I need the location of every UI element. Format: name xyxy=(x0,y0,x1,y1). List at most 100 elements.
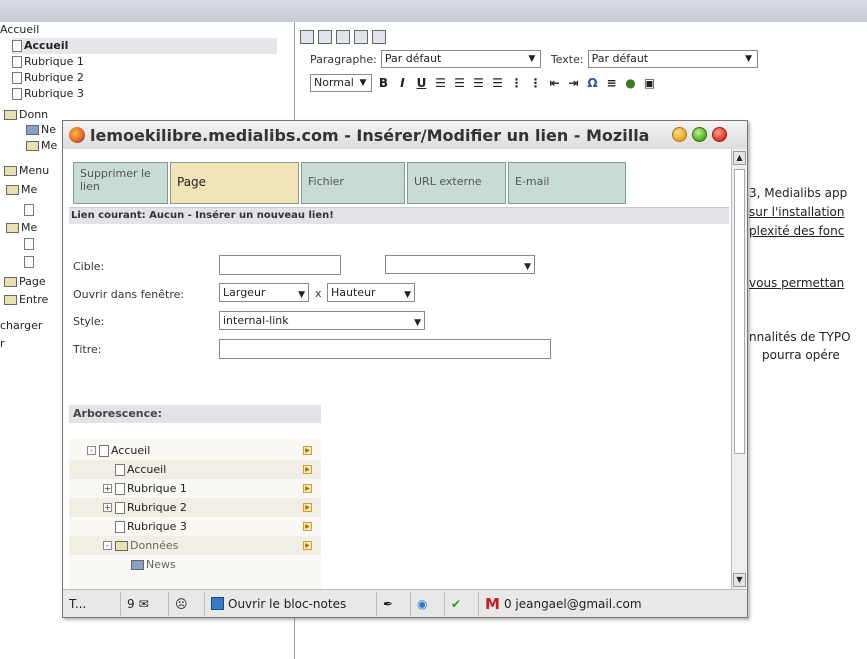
rte-toolbar-row-1 xyxy=(300,26,386,48)
tree-item[interactable]: Entre xyxy=(4,292,48,308)
tree-item[interactable]: Me xyxy=(26,138,57,154)
scroll-down-icon[interactable]: ▼ xyxy=(733,573,746,587)
tree-node[interactable]: + Rubrique 1 ▶ xyxy=(69,479,321,498)
collapse-icon[interactable]: - xyxy=(87,446,96,455)
tree-item[interactable]: Menu xyxy=(4,163,49,179)
page-icon xyxy=(24,204,34,216)
outdent-icon[interactable]: ⇤ xyxy=(547,75,562,91)
tree-item[interactable]: Accueil xyxy=(12,38,277,54)
link-style-select[interactable]: internal-link ▼ xyxy=(219,311,425,330)
link-style-select-value: internal-link xyxy=(223,314,289,327)
tab-remove-link[interactable]: Supprimer le lien xyxy=(73,162,168,204)
save-close-icon[interactable] xyxy=(336,30,350,44)
expand-icon[interactable]: + xyxy=(103,503,112,512)
select-arrow-icon[interactable]: ▶ xyxy=(303,503,312,512)
sync-icon[interactable]: ◉ xyxy=(411,591,445,616)
smiley-icon[interactable]: ☹ xyxy=(169,591,205,616)
special-char-icon[interactable]: Ω xyxy=(585,75,600,91)
text-label: Texte: xyxy=(550,52,584,66)
tree-item[interactable]: Page xyxy=(4,274,46,290)
paragraph-select[interactable]: Par défaut ▼ xyxy=(380,50,541,68)
maximize-button[interactable] xyxy=(692,127,707,142)
tree-node-label: News xyxy=(146,558,176,571)
scroll-up-icon[interactable]: ▲ xyxy=(733,151,746,165)
hr-icon[interactable]: ≡ xyxy=(604,75,619,91)
select-arrow-icon[interactable]: ▶ xyxy=(303,522,312,531)
tree-item[interactable]: Rubrique 2 xyxy=(12,70,84,86)
tree-node-label: Rubrique 3 xyxy=(127,520,187,533)
select-arrow-icon[interactable]: ▶ xyxy=(303,541,312,550)
close-window-button[interactable] xyxy=(712,127,727,142)
close-icon[interactable] xyxy=(354,30,368,44)
save-view-icon[interactable] xyxy=(318,30,332,44)
tree-node[interactable]: Rubrique 3 ▶ xyxy=(69,517,321,536)
dialog-scrollbar[interactable]: ▲ ▼ xyxy=(731,149,747,589)
check-icon[interactable]: ✔ xyxy=(445,591,479,616)
scrollbar-thumb[interactable] xyxy=(734,169,745,454)
tree-item[interactable] xyxy=(24,254,36,270)
editor-text-line: pourra opére xyxy=(762,348,840,362)
image-icon[interactable]: ▣ xyxy=(642,75,657,91)
italic-button[interactable]: I xyxy=(395,75,410,91)
indent-icon[interactable]: ⇥ xyxy=(566,75,581,91)
tree-item[interactable]: r xyxy=(0,336,5,352)
underline-button[interactable]: U xyxy=(414,75,429,91)
link-icon[interactable]: ● xyxy=(623,75,638,91)
undo-icon[interactable] xyxy=(372,30,386,44)
tree-item-label: Rubrique 2 xyxy=(24,71,84,84)
bold-button[interactable]: B xyxy=(376,75,391,91)
width-select[interactable]: Largeur ▼ xyxy=(219,283,309,302)
tree-node[interactable]: News xyxy=(69,555,321,574)
tree-item[interactable]: Donn xyxy=(4,107,48,123)
tree-node[interactable]: Accueil ▶ xyxy=(69,460,321,479)
select-arrow-icon[interactable]: ▶ xyxy=(303,484,312,493)
target-input[interactable] xyxy=(219,255,341,275)
align-center-icon[interactable]: ☰ xyxy=(452,75,467,91)
collapse-icon[interactable]: - xyxy=(103,541,112,550)
height-select[interactable]: Hauteur ▼ xyxy=(327,283,415,302)
tree-item[interactable]: charger xyxy=(0,318,42,334)
tree-item[interactable]: Rubrique 3 xyxy=(12,86,84,102)
feather-icon[interactable]: ✒ xyxy=(377,591,411,616)
tree-node[interactable]: + Rubrique 2 ▶ xyxy=(69,498,321,517)
tree-item[interactable]: Me xyxy=(6,182,37,198)
text-select[interactable]: Par défaut ▼ xyxy=(587,50,758,68)
tab-file[interactable]: Fichier xyxy=(301,162,405,204)
mail-counter[interactable]: 9 ✉ xyxy=(121,591,169,616)
current-link-bar: Lien courant: Aucun - Insérer un nouveau… xyxy=(69,207,729,224)
height-select-value: Hauteur xyxy=(331,286,376,299)
tree-node-label: Rubrique 2 xyxy=(127,501,187,514)
tree-node[interactable]: - Données ▶ xyxy=(69,536,321,555)
tree-item[interactable]: Rubrique 1 xyxy=(12,54,84,70)
select-arrow-icon[interactable]: ▶ xyxy=(303,446,312,455)
align-right-icon[interactable]: ☰ xyxy=(471,75,486,91)
tree-item[interactable]: Me xyxy=(6,220,37,236)
tab-page[interactable]: Page xyxy=(170,162,299,204)
tab-external-url[interactable]: URL externe xyxy=(407,162,506,204)
tree-item-label: charger xyxy=(0,319,43,332)
status-tab[interactable]: T... xyxy=(63,591,121,616)
tab-email[interactable]: E-mail xyxy=(508,162,626,204)
tree-heading: Arborescence: xyxy=(69,405,321,423)
folder-icon xyxy=(4,166,17,176)
tree-item[interactable]: Accueil xyxy=(0,22,39,38)
tree-item-label: Menu xyxy=(19,164,50,177)
expand-icon[interactable]: + xyxy=(103,484,112,493)
style-select[interactable]: Normal ▼ xyxy=(310,74,372,92)
align-left-icon[interactable]: ☰ xyxy=(433,75,448,91)
justify-icon[interactable]: ☰ xyxy=(490,75,505,91)
dialog-titlebar: lemoekilibre.medialibs.com - Insérer/Mod… xyxy=(63,121,747,149)
ordered-list-icon[interactable]: ⋮ xyxy=(509,75,524,91)
minimize-button[interactable] xyxy=(672,127,687,142)
gmail-notifier[interactable]: M 0 jeangael@gmail.com xyxy=(479,592,679,616)
open-notepad-button[interactable]: Ouvrir le bloc-notes xyxy=(205,591,377,616)
tree-item[interactable]: Ne xyxy=(26,122,56,138)
select-arrow-icon[interactable]: ▶ xyxy=(303,465,312,474)
unordered-list-icon[interactable]: ⋮ xyxy=(528,75,543,91)
tree-item[interactable] xyxy=(24,236,36,252)
tree-node[interactable]: - Accueil ▶ xyxy=(69,441,321,460)
target-select[interactable]: ▼ xyxy=(385,255,535,274)
tree-item[interactable] xyxy=(24,202,36,218)
save-icon[interactable] xyxy=(300,30,314,44)
title-input[interactable] xyxy=(219,339,551,359)
